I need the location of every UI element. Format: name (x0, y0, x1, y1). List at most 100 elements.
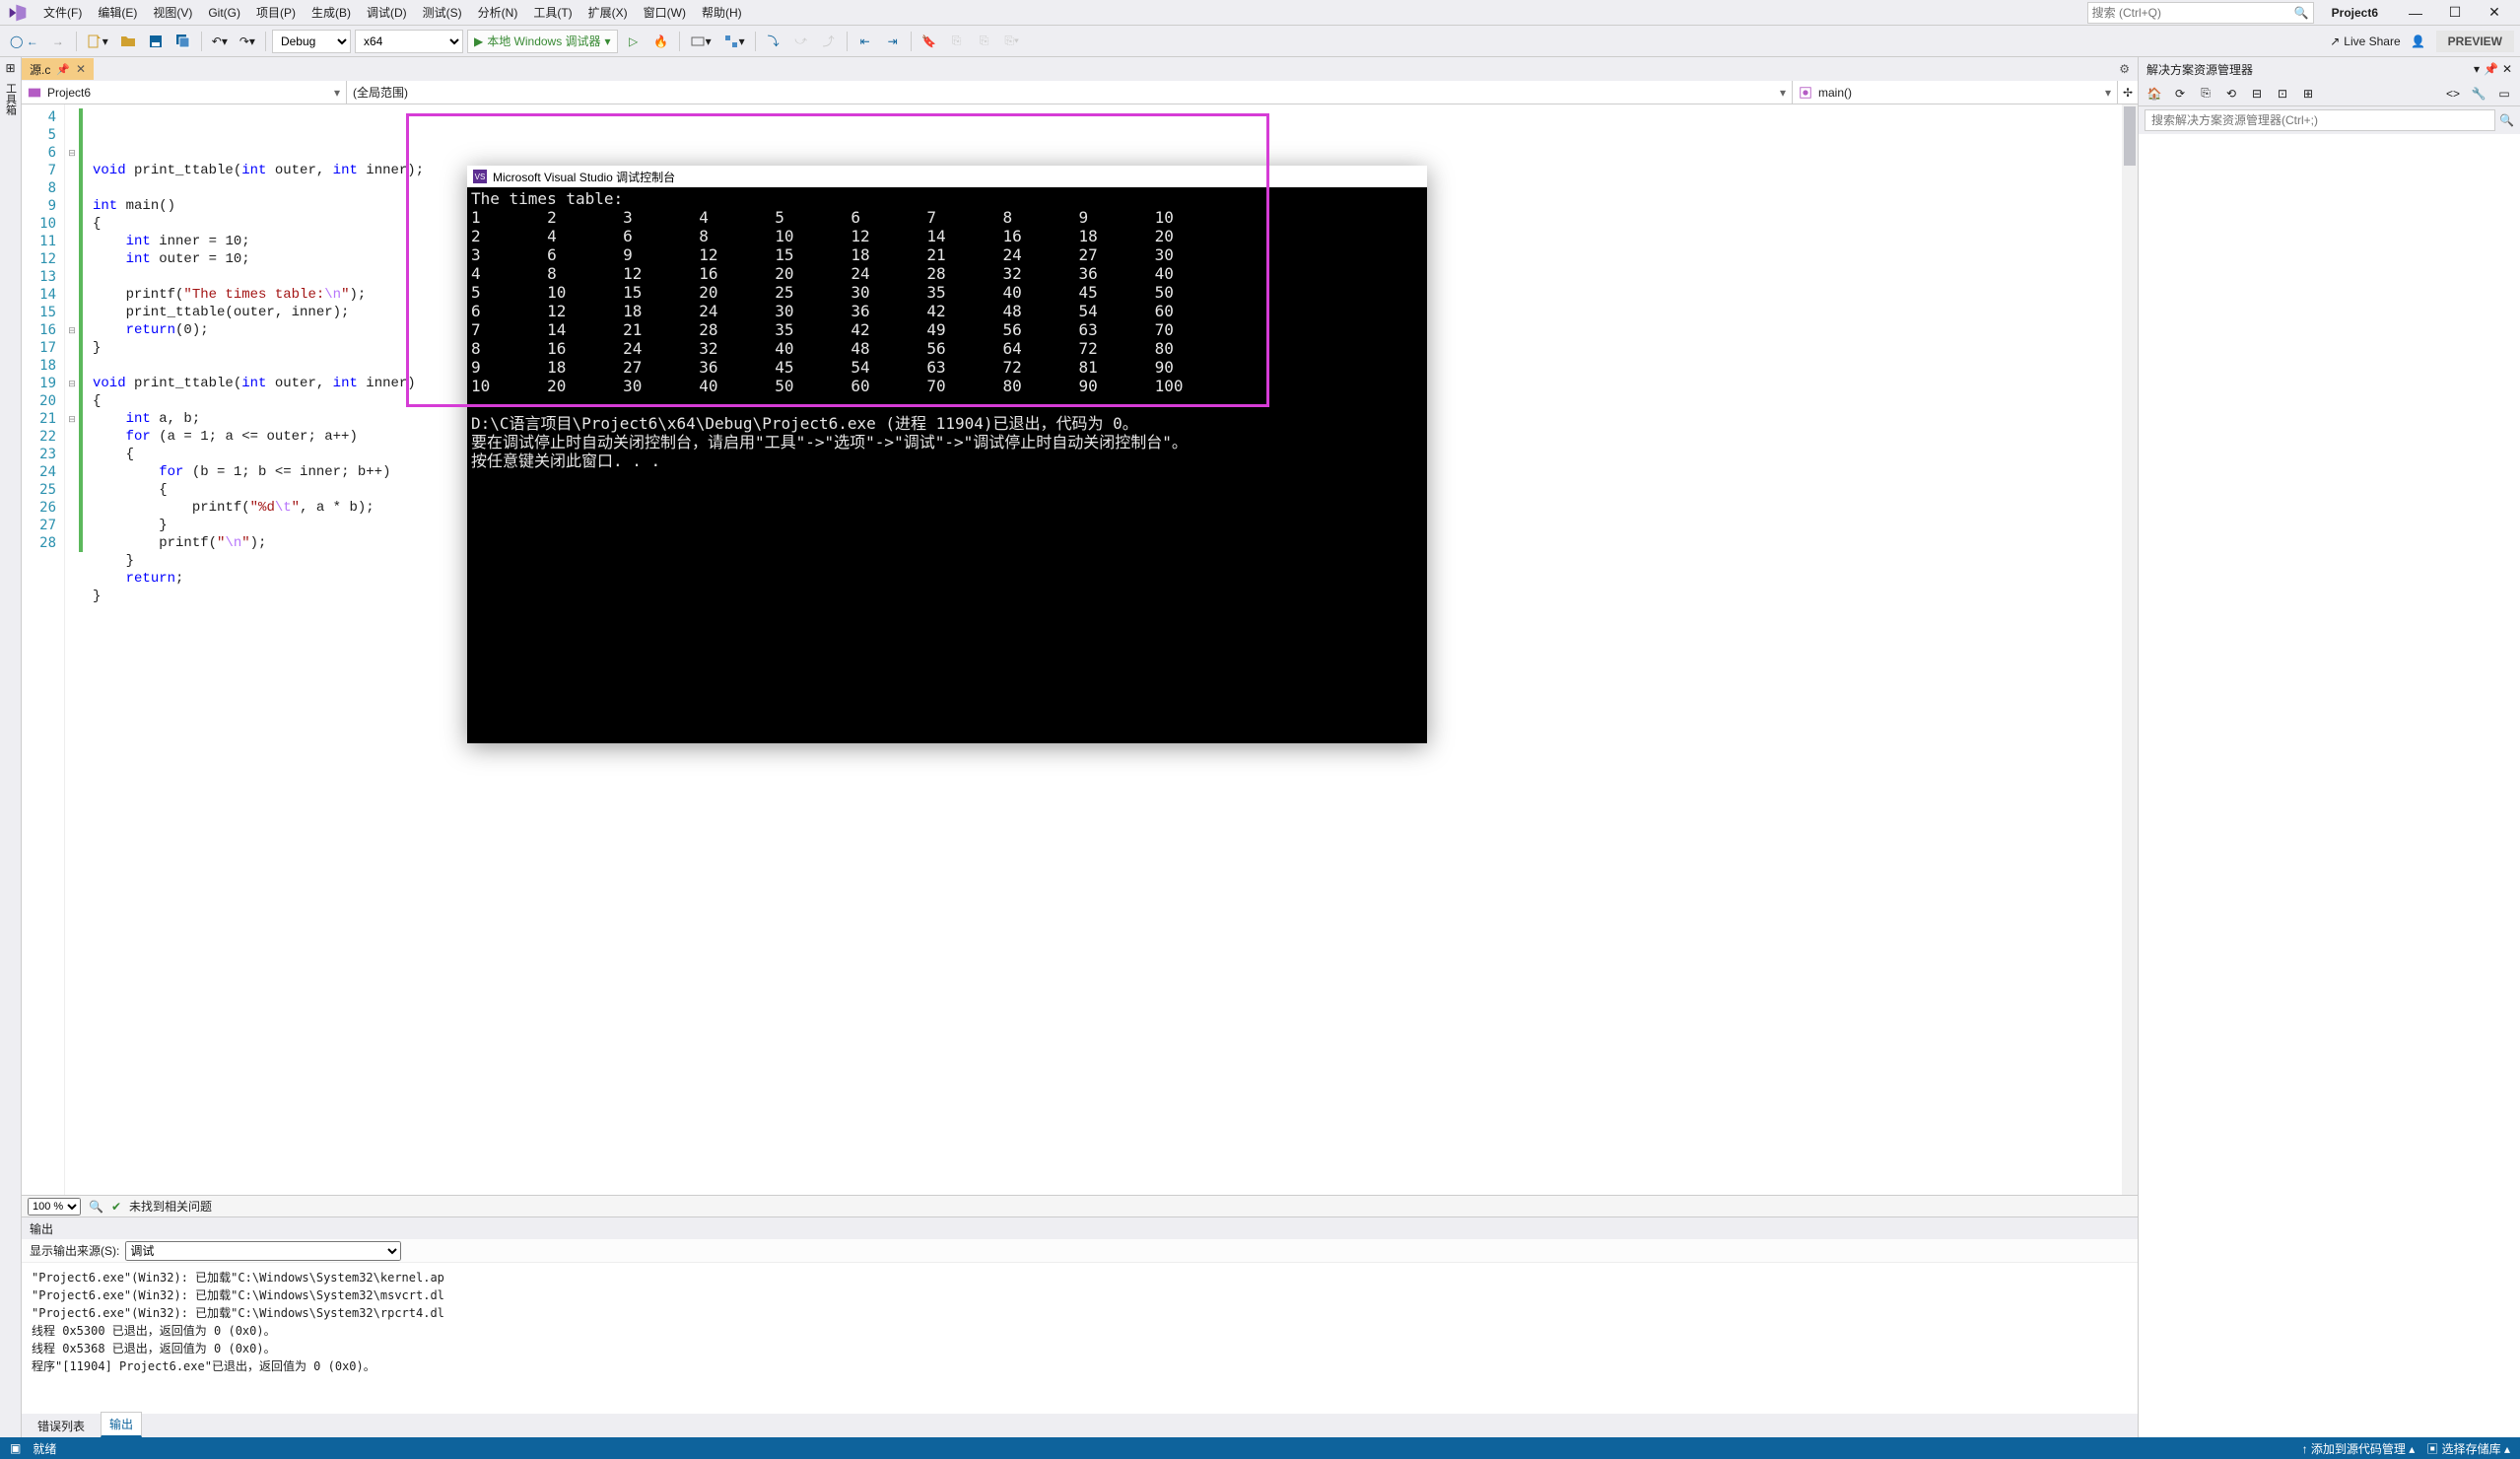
sp-btn-4[interactable]: ⟲ (2221, 84, 2241, 104)
chevron-down-icon: ▾ (334, 86, 340, 100)
tb-btn-9[interactable]: ⎘▾ (1000, 30, 1024, 53)
wrench-button[interactable]: 🔧 (2469, 84, 2488, 104)
menu-item[interactable]: 窗口(W) (636, 3, 694, 23)
menu-item[interactable]: 扩展(X) (580, 3, 636, 23)
line-number-gutter: 4567891011121314151617181920212223242526… (22, 104, 65, 1195)
split-editor-button[interactable]: ✢ (2118, 81, 2138, 104)
toolbox-tab[interactable]: 工具箱 (1, 79, 21, 119)
issues-icon[interactable]: 🔍 (89, 1200, 103, 1214)
panel-pin-icon[interactable]: 📌 (2484, 62, 2498, 76)
close-button[interactable]: ✕ (2475, 0, 2514, 26)
bookmark-button[interactable]: 🔖 (918, 30, 941, 53)
sp-btn-5[interactable]: ⊟ (2247, 84, 2267, 104)
project-name-label: Project6 (2332, 6, 2378, 20)
start-debug-button[interactable]: ▶ 本地 Windows 调试器 ▾ (467, 30, 618, 53)
menu-item[interactable]: 工具(T) (525, 3, 579, 23)
menu-item[interactable]: 调试(D) (359, 3, 415, 23)
add-source-control[interactable]: ↑ 添加到源代码管理 ▴ (2302, 1440, 2416, 1457)
chevron-down-icon: ▾ (2105, 86, 2111, 100)
menu-item[interactable]: 文件(F) (35, 3, 90, 23)
output-title: 输出 (30, 1220, 53, 1237)
editor-tab-row: 源.c 📌 ✕ ⚙ (22, 57, 2138, 81)
panel-close-icon[interactable]: ✕ (2502, 62, 2512, 76)
new-file-button[interactable]: ▾ (83, 30, 112, 53)
save-all-button[interactable] (171, 30, 195, 53)
tab-close-icon[interactable]: ✕ (76, 62, 86, 76)
home-button[interactable]: 🏠 (2145, 84, 2164, 104)
debug-console-window[interactable]: VS Microsoft Visual Studio 调试控制台 The tim… (467, 166, 1427, 743)
save-button[interactable] (144, 30, 168, 53)
search-icon: 🔍 (2499, 113, 2514, 127)
live-share-button[interactable]: ↗ Live Share (2330, 35, 2400, 48)
open-file-button[interactable] (116, 30, 140, 53)
tab-output[interactable]: 输出 (101, 1412, 142, 1437)
console-output[interactable]: The times table: 1 2 3 4 5 6 7 8 9 10 2 … (467, 187, 1427, 743)
indent-right-button[interactable]: ⇥ (881, 30, 905, 53)
scrollbar-thumb[interactable] (2124, 106, 2136, 166)
menu-search-input[interactable] (2092, 6, 2294, 20)
menu-item[interactable]: 测试(S) (415, 3, 470, 23)
main-toolbar: ◯ ← → ▾ ↶▾ ↷▾ Debug x64 ▶ 本地 Windows 调试器… (0, 26, 2520, 57)
rail-icon-1[interactable]: ⊞ (5, 61, 15, 75)
menu-item[interactable]: 帮助(H) (694, 3, 750, 23)
menu-item[interactable]: 编辑(E) (90, 3, 145, 23)
menu-item[interactable]: 项目(P) (248, 3, 304, 23)
nav-back-button[interactable]: ◯ ← (6, 30, 42, 53)
config-select[interactable]: Debug (272, 30, 351, 53)
tab-label: 源.c (30, 61, 50, 78)
code-view-button[interactable]: <> (2443, 84, 2463, 104)
hot-reload-button[interactable]: 🔥 (649, 30, 673, 53)
tb-btn-8[interactable]: ⎘ (973, 30, 996, 53)
menu-search-box[interactable]: 🔍 (2087, 2, 2314, 24)
sp-btn-7[interactable]: ⊞ (2298, 84, 2318, 104)
sp-btn-6[interactable]: ⊡ (2273, 84, 2292, 104)
step-into-button[interactable]: ⤵ (762, 30, 785, 53)
menu-item[interactable]: 分析(N) (470, 3, 526, 23)
output-source-select[interactable]: 调试 (125, 1241, 401, 1261)
maximize-button[interactable]: ☐ (2435, 0, 2475, 26)
solution-search-input[interactable] (2145, 109, 2495, 131)
left-rail: ⊞ 工具箱 (0, 57, 22, 1437)
nav-function-select[interactable]: main() ▾ (1793, 81, 2118, 104)
console-titlebar[interactable]: VS Microsoft Visual Studio 调试控制台 (467, 166, 1427, 187)
step-over-button[interactable]: ⤻ (789, 30, 813, 53)
status-bar: ▣ 就绪 ↑ 添加到源代码管理 ▴ ▣ 选择存储库 ▴ (0, 1437, 2520, 1459)
redo-button[interactable]: ↷▾ (236, 30, 259, 53)
ready-icon: ▣ (10, 1441, 21, 1455)
output-text[interactable]: "Project6.exe"(Win32): 已加载"C:\Windows\Sy… (22, 1263, 2138, 1414)
vs-icon: VS (473, 170, 487, 183)
nav-project-select[interactable]: Project6 ▾ (22, 81, 347, 104)
editor-tab-source-c[interactable]: 源.c 📌 ✕ (22, 58, 94, 80)
menu-item[interactable]: 视图(V) (145, 3, 200, 23)
solution-header: 解决方案资源管理器 ▾ 📌 ✕ (2139, 57, 2520, 81)
undo-button[interactable]: ↶▾ (208, 30, 232, 53)
solution-tree[interactable] (2139, 134, 2520, 1437)
sp-btn-10[interactable]: ▭ (2494, 84, 2514, 104)
account-button[interactable]: 👤 (2407, 30, 2430, 53)
editor-status-row: 100 % 🔍 ✔ 未找到相关问题 (22, 1195, 2138, 1216)
sp-btn-3[interactable]: ⎘ (2196, 84, 2215, 104)
tb-btn-7[interactable]: ⎘ (945, 30, 969, 53)
minimize-button[interactable]: — (2396, 0, 2435, 26)
solution-explorer-panel: 解决方案资源管理器 ▾ 📌 ✕ 🏠 ⟳ ⎘ ⟲ ⊟ ⊡ ⊞ <> 🔧 ▭ 🔍 (2138, 57, 2520, 1437)
editor-scrollbar[interactable] (2122, 104, 2138, 1195)
pin-icon[interactable]: 📌 (56, 63, 70, 76)
menu-item[interactable]: 生成(B) (304, 3, 359, 23)
platform-select[interactable]: x64 (355, 30, 463, 53)
nav-fwd-button[interactable]: → (46, 30, 70, 53)
start-nodebug-button[interactable]: ▷ (622, 30, 646, 53)
panel-menu-icon[interactable]: ▾ (2474, 62, 2480, 76)
zoom-select[interactable]: 100 % (28, 1198, 81, 1216)
editor-nav-row: Project6 ▾ (全局范围) ▾ main() ▾ ✢ (22, 81, 2138, 104)
tab-settings-icon[interactable]: ⚙ (2119, 62, 2130, 76)
tb-btn-2[interactable]: ▾ (719, 30, 749, 53)
select-repo[interactable]: ▣ 选择存储库 ▴ (2426, 1440, 2510, 1457)
sync-button[interactable]: ⟳ (2170, 84, 2190, 104)
tab-error-list[interactable]: 错误列表 (30, 1415, 93, 1437)
nav-scope-select[interactable]: (全局范围) ▾ (347, 81, 1793, 104)
menu-item[interactable]: Git(G) (200, 3, 248, 23)
status-ready: 就绪 (33, 1440, 56, 1457)
tb-btn-1[interactable]: ▾ (686, 30, 715, 53)
indent-left-button[interactable]: ⇤ (853, 30, 877, 53)
step-out-button[interactable]: ⤴ (817, 30, 841, 53)
